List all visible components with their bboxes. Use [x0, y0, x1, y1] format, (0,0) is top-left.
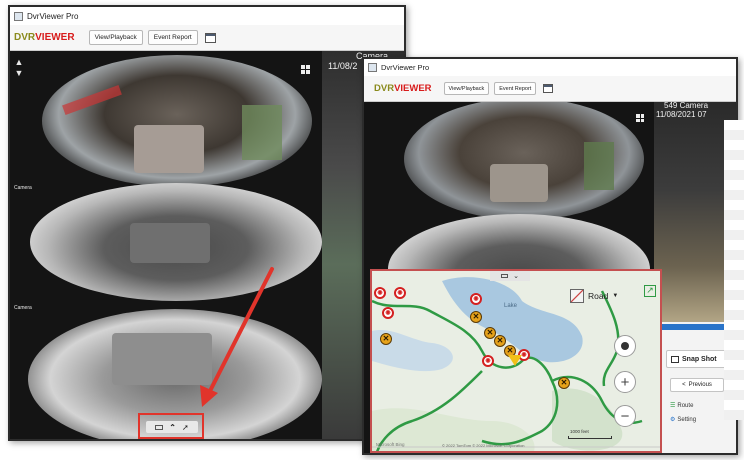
view-playback-button[interactable]: View/Playback [88, 30, 143, 45]
camera-snapshot-icon [671, 355, 679, 363]
event-marker[interactable]: ✕ [558, 377, 570, 389]
map-toggle-control[interactable]: ⌄ [490, 271, 530, 281]
map-attribution: © 2022 TomTom © 2022 Microsoft Corporati… [442, 443, 525, 448]
left-toolbar: DVR VIEWER View/Playback Event Report [10, 25, 404, 51]
chevron-up-icon[interactable]: ⌃ [169, 423, 176, 432]
stop-marker[interactable]: ◉ [470, 293, 482, 305]
dropdown-caret-icon: ▼ [612, 293, 619, 299]
right-dvr-window: DvrViewer Pro DVR VIEWER View/Playback Ev… [362, 57, 738, 455]
map-style-selector[interactable]: Road ▼ [570, 289, 618, 303]
map-toggle-control[interactable]: ⌃ ➚ [146, 421, 198, 433]
grid-layout-icon[interactable] [636, 114, 644, 122]
left-dvr-window: DvrViewer Pro DVR VIEWER View/Playback Ev… [8, 5, 406, 441]
mouse-cursor-icon: ➚ [182, 422, 189, 432]
calendar-icon[interactable] [204, 32, 216, 43]
layers-icon [155, 424, 164, 430]
map-scale-label: 1000 feet [570, 429, 589, 434]
left-title-bar: DvrViewer Pro [10, 7, 404, 25]
stop-marker[interactable]: ◉ [482, 355, 494, 367]
event-marker[interactable]: ✕ [380, 333, 392, 345]
event-marker[interactable]: ✕ [494, 335, 506, 347]
stop-marker[interactable]: ◉ [374, 287, 386, 299]
locate-icon[interactable] [614, 335, 636, 357]
event-report-button[interactable]: Event Report [494, 82, 537, 95]
setting-icon: ⚙ [670, 417, 676, 423]
composite-screenshot: DvrViewer Pro DVR VIEWER View/Playback Ev… [0, 0, 744, 460]
stop-marker[interactable]: ◉ [394, 287, 406, 299]
route-row[interactable]: ☰ Route [670, 402, 693, 410]
map-style-icon [570, 289, 584, 303]
map-scale-bar [568, 436, 612, 439]
app-icon [14, 11, 23, 21]
right-timestamp: 11/08/2021 07 [656, 110, 707, 119]
map-place-label: Lake [504, 303, 518, 309]
view-playback-button[interactable]: View/Playback [443, 82, 490, 95]
right-toolbar: DVR VIEWER View/Playback Event Report [364, 76, 736, 102]
route-icon: ☰ [670, 403, 676, 409]
event-report-button[interactable]: Event Report [147, 30, 198, 45]
layers-icon [501, 274, 509, 278]
dvr-viewer-logo: DVR VIEWER [14, 32, 75, 43]
left-window-title: DvrViewer Pro [27, 11, 79, 21]
blurred-region [490, 164, 548, 202]
setting-row[interactable]: ⚙ Setting [670, 416, 696, 424]
microsoft-logo: Microsoft Bing [376, 442, 405, 447]
expand-icon[interactable]: ↗ [644, 285, 656, 297]
torn-paper-edge [724, 120, 744, 420]
previous-button[interactable]: < Previous [670, 378, 724, 392]
calendar-icon[interactable] [543, 84, 554, 93]
dvr-viewer-logo: DVR VIEWER [374, 83, 432, 94]
left-camera-view: Camera Camera ▲ ▼ Camera 11/08/2 ⌃ ➚ [10, 51, 404, 439]
red-annotation-arrow [200, 267, 274, 407]
zoom-out-icon[interactable]: − [614, 405, 636, 427]
snapshot-button[interactable]: Snap Shot [666, 350, 728, 368]
zoom-in-icon[interactable]: + [614, 371, 636, 393]
event-marker[interactable]: ✕ [470, 311, 482, 323]
vehicle-position-icon[interactable] [508, 355, 522, 366]
right-window-title: DvrViewer Pro [381, 63, 430, 72]
stop-marker[interactable]: ◉ [382, 307, 394, 319]
chevron-down-icon[interactable]: ⌄ [513, 272, 519, 280]
fisheye-camera-1 [404, 102, 644, 220]
app-icon [368, 63, 377, 72]
right-title-bar: DvrViewer Pro [364, 59, 736, 76]
map-panel[interactable]: ⌄ Road ▼ ↗ + − Lake ◉ ◉ ◉ ✕ ✕ ◉ ✕ ✕ ✕ ◉ … [370, 269, 662, 453]
